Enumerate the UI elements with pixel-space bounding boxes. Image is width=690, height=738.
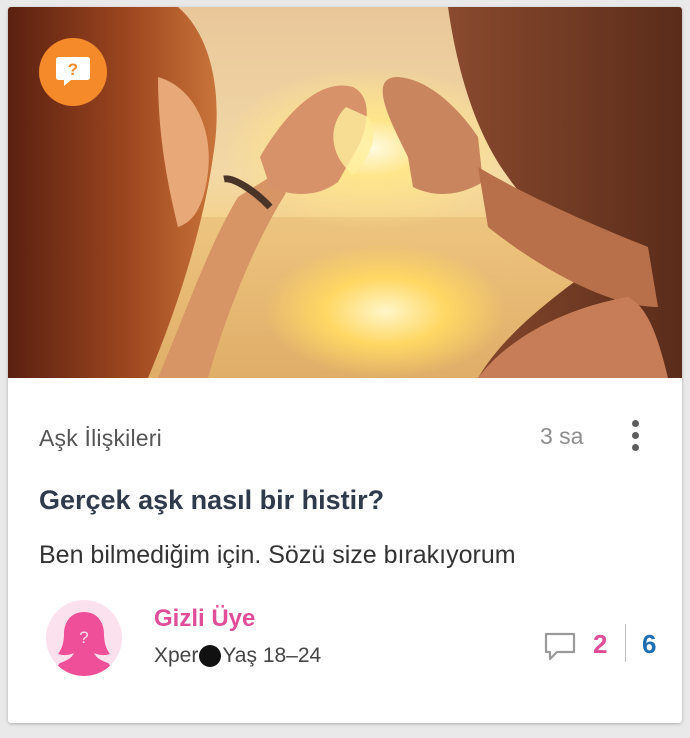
anonymous-female-avatar-icon: ? [57,612,111,676]
post-image[interactable]: ? [8,7,682,378]
separator-dot [199,645,222,667]
author-rank: Xper [154,644,199,667]
author-name[interactable]: Gizli Üye [154,605,255,633]
author-meta: Xper Yaş 18–24 [154,644,321,668]
author-avatar[interactable]: ? [46,600,122,676]
stats-divider [625,624,626,662]
post-description[interactable]: Ben bilmediğim için. Sözü size bırakıyor… [39,541,516,570]
more-options-icon[interactable] [622,413,648,457]
post-category[interactable]: Aşk İlişkileri [39,425,162,452]
post-time: 3 sa [540,423,584,449]
svg-text:?: ? [68,60,78,79]
comment-count[interactable]: 2 [593,629,607,660]
post-title[interactable]: Gerçek aşk nasıl bir histir? [39,485,384,516]
comment-icon[interactable] [543,631,577,663]
secondary-count[interactable]: 6 [642,629,656,660]
question-card[interactable]: ? Aşk İlişkileri 3 sa Gerçek aşk nasıl b… [8,7,682,723]
question-bubble-icon: ? [56,57,90,86]
sunset-heart-hands-image [8,7,682,378]
author-age: Yaş 18–24 [222,644,322,667]
svg-text:?: ? [79,628,88,647]
question-badge: ? [39,38,107,106]
